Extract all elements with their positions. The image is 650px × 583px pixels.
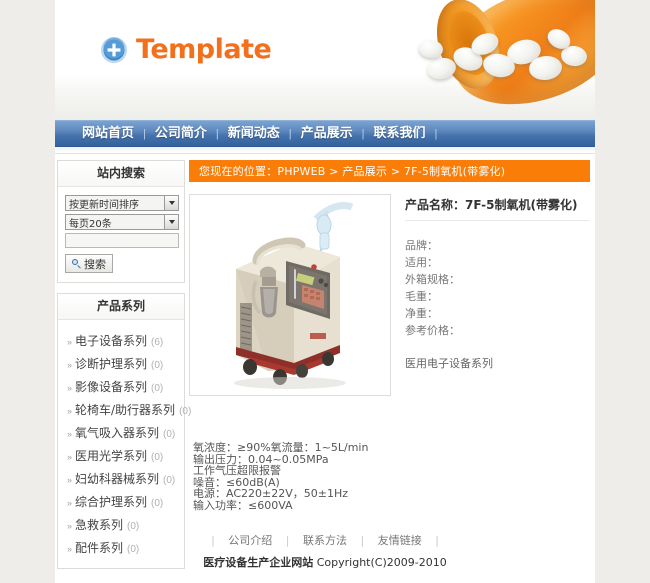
sidebar-item-electronic-equipment[interactable]: » 电子设备系列 (6) (58, 329, 184, 352)
footer-separator: | (211, 534, 215, 547)
plus-circle-icon (100, 36, 128, 64)
search-input[interactable] (65, 233, 179, 248)
main-navigation: 网站首页 | 公司简介 | 新闻动态 | 产品展示 | 联系我们 | (55, 120, 595, 147)
main-column: 您现在的位置：PHPWEB > 产品展示 > 7F-5制氧机(带雾化) 产品名称… (189, 160, 590, 579)
chevron-down-icon (164, 215, 178, 229)
footer-copyright-text: Copyright(C)2009-2010 (316, 556, 447, 569)
double-chevron-icon: » (67, 429, 72, 439)
category-count: (6) (151, 337, 164, 348)
per-page-value: 每页20条 (69, 218, 112, 230)
double-chevron-icon: » (67, 360, 72, 370)
sidebar-item-maternal-child-instruments[interactable]: » 妇幼科器械系列 (0) (58, 467, 184, 490)
sort-order-value: 按更新时间排序 (69, 199, 139, 211)
sidebar-item-wheelchair-walker[interactable]: » 轮椅车/助行器系列 (0) (58, 398, 191, 421)
oxygen-concentrator-illustration (190, 195, 390, 395)
pill-bottle-image (411, 0, 595, 120)
category-count: (0) (151, 383, 164, 394)
sidebar-item-diagnostic-nursing[interactable]: » 诊断护理系列 (0) (58, 352, 184, 375)
search-panel: 站内搜索 按更新时间排序 每页20条 搜索 (57, 160, 185, 283)
spec-line: 工作气压超限报警 (193, 464, 281, 477)
search-icon (72, 259, 81, 268)
category-label: 氧气吸入器系列 (75, 426, 160, 440)
footer-link-about[interactable]: 公司介绍 (223, 534, 277, 547)
category-list: » 电子设备系列 (6) » 诊断护理系列 (0) » 影像设备系列 (0) »… (58, 320, 191, 568)
category-label: 妇幼科器械系列 (75, 472, 160, 486)
search-button[interactable]: 搜索 (65, 254, 113, 273)
sort-order-select[interactable]: 按更新时间排序 (65, 195, 179, 211)
sidebar: 站内搜索 按更新时间排序 每页20条 搜索 产品系列 » 电子设备系列 (6) … (57, 160, 191, 579)
site-footer: | 公司介绍 | 联系方法 | 友情链接 | 医疗设备生产企业网站 Copyri… (55, 532, 595, 583)
double-chevron-icon: » (67, 521, 72, 531)
category-label: 医用光学系列 (75, 449, 148, 463)
site-logo[interactable]: Template (100, 34, 272, 65)
product-field-brand: 品牌： (405, 239, 438, 252)
nav-item-products[interactable]: 产品展示 (292, 121, 362, 146)
nav-item-about[interactable]: 公司简介 (146, 121, 216, 146)
site-banner: Template (55, 0, 595, 120)
category-count: (0) (151, 452, 164, 463)
product-field-gross-weight: 毛重： (405, 290, 438, 303)
product-image[interactable] (189, 194, 391, 396)
sidebar-item-oxygen-inhaler[interactable]: » 氧气吸入器系列 (0) (58, 421, 184, 444)
product-specifications: 氧浓度：≥90%氧流量：1~5L/min 输出压力：0.04~0.05MPa 工… (189, 396, 590, 511)
category-label: 综合护理系列 (75, 495, 148, 509)
product-category[interactable]: 医用电子设备系列 (405, 339, 590, 371)
breadcrumb: 您现在的位置：PHPWEB > 产品展示 > 7F-5制氧机(带雾化) (189, 160, 590, 182)
category-label: 轮椅车/助行器系列 (75, 403, 176, 417)
footer-separator: | (360, 534, 365, 547)
footer-separator: | (285, 534, 290, 547)
double-chevron-icon: » (67, 383, 72, 393)
double-chevron-icon: » (67, 498, 72, 508)
category-label: 电子设备系列 (75, 334, 148, 348)
footer-links: | 公司介绍 | 联系方法 | 友情链接 | (55, 532, 595, 548)
nav-item-home[interactable]: 网站首页 (73, 121, 143, 146)
search-button-label: 搜索 (84, 257, 106, 271)
product-field-net-weight: 净重： (405, 307, 438, 320)
nav-separator: | (434, 127, 438, 140)
footer-site-name: 医疗设备生产企业网站 (203, 556, 314, 569)
search-form: 按更新时间排序 每页20条 搜索 (58, 187, 184, 282)
category-count: (0) (163, 429, 176, 440)
content-area: 站内搜索 按更新时间排序 每页20条 搜索 产品系列 » 电子设备系列 (6) … (55, 154, 595, 579)
page-container: Template 网站首页 | 公司简介 | 新闻动态 | 产品展示 | 联系我… (55, 0, 595, 583)
nav-item-contact[interactable]: 联系我们 (365, 121, 435, 146)
category-label: 影像设备系列 (75, 380, 148, 394)
nav-item-news[interactable]: 新闻动态 (219, 121, 289, 146)
product-field-list: 品牌： 适用： 外箱规格： 毛重： 净重： 参考价格： (405, 221, 590, 339)
chevron-down-icon (164, 196, 178, 210)
product-field-carton-spec: 外箱规格： (405, 273, 460, 286)
footer-link-contact[interactable]: 联系方法 (298, 534, 352, 547)
sidebar-item-imaging-equipment[interactable]: » 影像设备系列 (0) (58, 375, 184, 398)
category-count: (0) (127, 521, 140, 532)
per-page-select[interactable]: 每页20条 (65, 214, 179, 230)
nav-underline-strip (55, 147, 595, 154)
product-field-application: 适用： (405, 256, 438, 269)
category-label: 诊断护理系列 (75, 357, 148, 371)
product-name: 产品名称：7F-5制氧机(带雾化) (405, 196, 590, 221)
sidebar-item-medical-optics[interactable]: » 医用光学系列 (0) (58, 444, 184, 467)
footer-separator: | (435, 534, 439, 547)
product-detail: 产品名称：7F-5制氧机(带雾化) 品牌： 适用： 外箱规格： 毛重： 净重： … (189, 182, 590, 396)
category-panel: 产品系列 » 电子设备系列 (6) » 诊断护理系列 (0) » 影像设备系列 (57, 293, 191, 569)
double-chevron-icon: » (67, 406, 72, 416)
double-chevron-icon: » (67, 475, 72, 485)
product-field-price: 参考价格： (405, 324, 460, 337)
category-count: (0) (151, 360, 164, 371)
category-count: (0) (151, 498, 164, 509)
spec-line: 输入功率：≤600VA (193, 498, 293, 512)
search-panel-title: 站内搜索 (58, 161, 184, 187)
category-count: (0) (163, 475, 176, 486)
spec-line: 电源：AC220±22V，50±1Hz (193, 487, 349, 500)
footer-link-friendly-links[interactable]: 友情链接 (373, 534, 427, 547)
double-chevron-icon: » (67, 337, 72, 347)
sidebar-item-comprehensive-nursing[interactable]: » 综合护理系列 (0) (58, 490, 184, 513)
site-logo-text: Template (136, 34, 272, 65)
product-info: 产品名称：7F-5制氧机(带雾化) 品牌： 适用： 外箱规格： 毛重： 净重： … (391, 194, 590, 396)
double-chevron-icon: » (67, 452, 72, 462)
footer-copyright: 医疗设备生产企业网站 Copyright(C)2009-2010 (55, 554, 595, 570)
spec-line: 氧浓度：≥90%氧流量：1~5L/min (193, 441, 369, 454)
category-panel-title: 产品系列 (58, 294, 184, 320)
category-label: 急救系列 (75, 518, 124, 532)
